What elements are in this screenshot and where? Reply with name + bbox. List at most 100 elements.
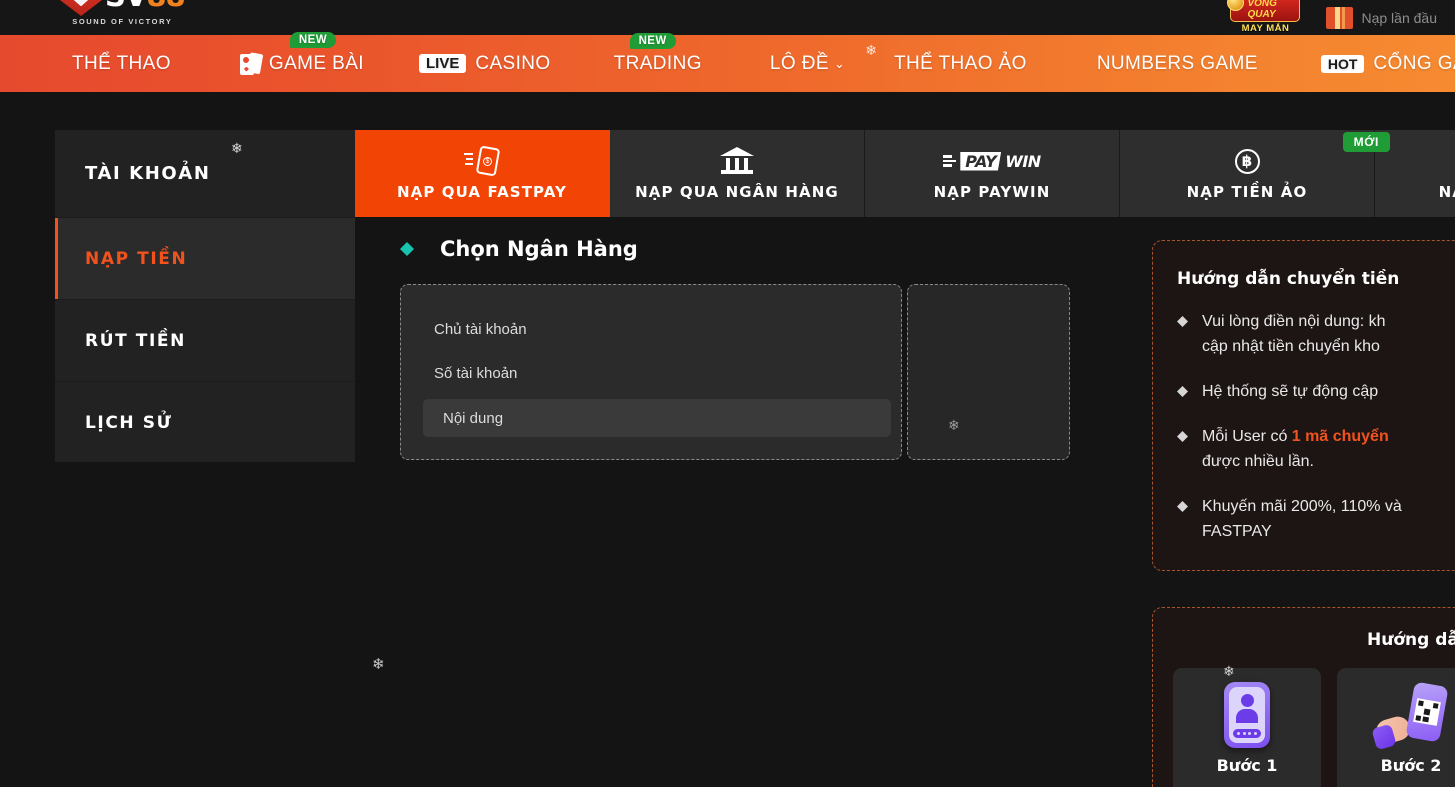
nav-label: THỂ THAO ẢO xyxy=(893,52,1027,74)
section-title: Chọn Ngân Hàng xyxy=(440,237,638,261)
sidebar-item-label: LỊCH SỬ xyxy=(85,412,173,433)
nav-label: CASINO xyxy=(475,52,551,74)
sidebar-item-rut-tien[interactable]: RÚT TIỀN xyxy=(55,299,355,381)
nav-item-trading[interactable]: TRADING NEW xyxy=(613,32,702,75)
bank-fields-box: Chủ tài khoản Số tài khoản Nội dung xyxy=(400,284,902,460)
nav-item-game-bai[interactable]: GAME BÀI NEW xyxy=(239,31,364,76)
tab-nap-qua-ngan-hang[interactable]: NẠP QUA NGÂN HÀNG xyxy=(610,130,865,217)
nav-item-numbers-game[interactable]: NUMBERS GAME xyxy=(1097,53,1258,75)
lucky-wheel-pill: VÒNG QUAY xyxy=(1227,0,1301,22)
transfer-guide-title: Hướng dẫn chuyển tiền xyxy=(1177,269,1400,289)
deposit-form-area: Chọn Ngân Hàng Chủ tài khoản Số tài khoả… xyxy=(400,217,1070,460)
logo-shield-icon xyxy=(60,0,102,16)
guide-text-highlight: 1 mã chuyển xyxy=(1291,428,1389,445)
cards-icon xyxy=(239,51,264,76)
tab-label: NẠP PAYWIN xyxy=(933,183,1051,201)
sidebar-heading: TÀI KHOẢN ❄ xyxy=(55,130,355,217)
field-chu-tai-khoan[interactable]: Chủ tài khoản xyxy=(434,311,868,347)
live-chip: LIVE xyxy=(418,54,467,73)
nav-badge-new: NEW xyxy=(629,32,676,49)
field-noi-dung[interactable]: Nội dung xyxy=(423,399,891,437)
nav-label: NUMBERS GAME xyxy=(1096,52,1258,74)
nav-label: THỂ THAO xyxy=(72,52,171,74)
tab-nap-qua-fastpay[interactable]: $ NẠP QUA FASTPAY xyxy=(355,130,610,217)
step-card-2[interactable]: Bước 2 xyxy=(1337,668,1455,787)
diamond-bullet-icon xyxy=(1177,386,1188,397)
guide-text-line: cập nhật tiền chuyển kho xyxy=(1202,338,1380,355)
lucky-wheel-button[interactable]: VÒNG QUAY MAY MẮN xyxy=(1227,0,1301,34)
tab-nap-tien-ao[interactable]: ฿ NẠP TIỀN ẢO MỚI xyxy=(1120,130,1390,217)
guide-text-line: Khuyến mãi 200%, 110% và xyxy=(1202,498,1402,515)
tab-label: NẠP TIỀN ẢO xyxy=(1186,183,1308,201)
guide-item: Vui lòng điền nội dung: kh cập nhật tiền… xyxy=(1177,309,1455,359)
tab-badge-moi: MỚI xyxy=(1342,132,1390,152)
nav-label: TRADING xyxy=(613,52,702,74)
lucky-wheel-bottom-label: MAY MẮN xyxy=(1241,22,1290,34)
nav-item-lo-de[interactable]: LÔ ĐỀ ⌄ xyxy=(770,53,845,75)
phone-profile-icon xyxy=(1224,682,1270,748)
steps-guide-title: Hướng dẫn xyxy=(1367,630,1455,650)
nav-label: LÔ ĐỀ xyxy=(769,52,829,74)
lucky-wheel-top-label: VÒNG QUAY xyxy=(1247,0,1277,20)
diamond-bullet-icon xyxy=(1177,431,1188,442)
hand-qr-icon xyxy=(1371,681,1449,751)
section-header: Chọn Ngân Hàng xyxy=(400,237,1070,261)
steps-guide-panel: Hướng dẫn ❄ Bước 1 Bước xyxy=(1152,607,1455,787)
logo-text-accent: 88 xyxy=(146,0,185,13)
sidebar-heading-label: TÀI KHOẢN xyxy=(85,163,211,184)
nav-badge-new: NEW xyxy=(289,31,336,48)
bank-qr-box[interactable]: ❄ xyxy=(907,284,1070,460)
step-label: Bước 1 xyxy=(1216,756,1278,775)
guide-text-line: Hệ thống sẽ tự động cập xyxy=(1202,383,1379,400)
tab-nap-paywin[interactable]: PAY WIN NẠP PAYWIN xyxy=(865,130,1120,217)
chevron-down-icon: ⌄ xyxy=(833,55,846,71)
sidebar-item-lich-su[interactable]: LỊCH SỬ xyxy=(55,381,355,463)
guide-item: Mỗi User có 1 mã chuyển được nhiều lần. xyxy=(1177,424,1455,474)
tab-label: NẠP QUA NGÂN HÀNG xyxy=(635,183,839,201)
logo-text-primary: SV xyxy=(105,0,147,13)
logo-tagline: SOUND OF VICTORY xyxy=(72,17,173,26)
nav-item-the-thao-ao[interactable]: THỂ THAO ẢO xyxy=(894,53,1027,75)
first-deposit-button[interactable]: Nạp lần đầu xyxy=(1326,6,1437,29)
sidebar-item-label: RÚT TIỀN xyxy=(85,330,186,351)
transfer-guide-panel: Hướng dẫn chuyển tiền Vui lòng điền nội … xyxy=(1152,240,1455,571)
guide-text-line: FASTPAY xyxy=(1202,523,1272,540)
nav-label: GAME BÀI xyxy=(268,52,364,74)
first-deposit-label: Nạp lần đầu xyxy=(1361,9,1437,26)
nav-item-cong-game[interactable]: HOT CỔNG GAME xyxy=(1320,52,1455,75)
account-sidebar: TÀI KHOẢN ❄ NẠP TIỀN RÚT TIỀN LỊCH SỬ xyxy=(55,130,355,462)
diamond-bullet-icon xyxy=(400,242,414,256)
snowflake-decor: ❄ xyxy=(865,42,877,58)
snowflake-decor: ❄ xyxy=(948,417,960,433)
nav-label: CỔNG GAME xyxy=(1373,52,1455,74)
sidebar-item-nap-tien[interactable]: NẠP TIỀN xyxy=(55,217,355,299)
steps-list: Bước 1 Bước 2 xyxy=(1153,650,1455,787)
form-row: Chủ tài khoản Số tài khoản Nội dung ❄ xyxy=(400,284,1070,460)
nav-item-the-thao[interactable]: THỂ THAO xyxy=(72,53,171,75)
bitcoin-icon: ฿ xyxy=(1234,146,1260,176)
step-label: Bước 2 xyxy=(1380,756,1442,775)
top-bar: SV88 SOUND OF VICTORY VÒNG QUAY MAY MẮN … xyxy=(0,0,1455,35)
top-bar-actions: VÒNG QUAY MAY MẮN Nạp lần đầu xyxy=(1227,0,1455,35)
guide-text-line: Vui lòng điền nội dung: kh xyxy=(1202,313,1386,330)
step-card-1[interactable]: Bước 1 xyxy=(1173,668,1321,787)
snowflake-decor: ❄ xyxy=(372,656,385,673)
guide-item: Khuyến mãi 200%, 110% và FASTPAY xyxy=(1177,494,1455,544)
gift-icon xyxy=(1326,6,1354,29)
page-root: SV88 SOUND OF VICTORY VÒNG QUAY MAY MẮN … xyxy=(0,0,1455,787)
tab-label: NẠP QUA THẺ xyxy=(1438,183,1455,201)
site-logo[interactable]: SV88 SOUND OF VICTORY xyxy=(60,0,186,26)
guide-item: Hệ thống sẽ tự động cập xyxy=(1177,379,1455,404)
field-so-tai-khoan[interactable]: Số tài khoản xyxy=(434,355,868,391)
guide-text-line: được nhiều lần. xyxy=(1202,453,1314,470)
coin-icon xyxy=(1227,0,1245,11)
nav-item-casino[interactable]: LIVE CASINO xyxy=(418,52,551,75)
fastpay-icon: $ xyxy=(464,145,501,177)
main-navigation: THỂ THAO GAME BÀI NEW LIVE CASINO TRADIN… xyxy=(0,31,1455,92)
diamond-bullet-icon xyxy=(1177,316,1188,327)
tab-label: NẠP QUA FASTPAY xyxy=(396,183,567,201)
sidebar-item-label: NẠP TIỀN xyxy=(85,248,188,269)
paywin-icon: PAY WIN xyxy=(943,146,1041,176)
diamond-bullet-icon xyxy=(1177,501,1188,512)
deposit-method-tabs: $ NẠP QUA FASTPAY NẠP QUA NGÂN HÀNG PAY W… xyxy=(355,130,1455,217)
